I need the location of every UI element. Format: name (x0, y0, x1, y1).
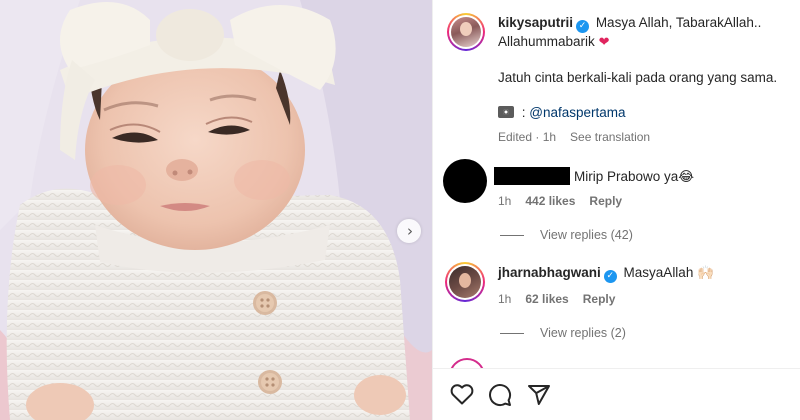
comment-1-reply-button[interactable]: Reply (589, 194, 622, 208)
edited-time: Edited · 1h (498, 130, 557, 144)
divider-line (500, 234, 524, 236)
comment-icon[interactable] (488, 383, 512, 412)
instagram-post-view: › kikysaputrii ✓ Masya Allah, TabarakAlla… (0, 0, 800, 420)
author-avatar[interactable] (447, 13, 485, 51)
redacted-username (494, 167, 570, 185)
view-replies-label: View replies (42) (540, 228, 633, 242)
verified-badge-icon: ✓ (576, 20, 590, 33)
post-actions-bar (433, 368, 800, 420)
comment-1-text: Mirip Prabowo ya😂 (574, 169, 695, 184)
heart-emoji-icon: ❤ (598, 35, 610, 50)
comment-2-reply-button[interactable]: Reply (583, 292, 616, 306)
comment-2-text: MasyaAllah 🙌🏻 (623, 265, 714, 280)
view-replies-label: View replies (2) (540, 326, 626, 340)
comment-1-view-replies[interactable]: View replies (42) (500, 228, 633, 242)
caption-line-1: Masya Allah, TabarakAllah.. (595, 15, 762, 30)
photo-credit: : @nafaspertama (498, 105, 626, 120)
camera-icon (498, 106, 514, 118)
comment-2-username[interactable]: jharnabhagwani (498, 265, 601, 280)
caption-line-2: Allahummabarik (498, 34, 595, 49)
see-translation-link[interactable]: See translation (570, 130, 650, 144)
photo-credit-prefix: : (521, 105, 526, 120)
caption-body: Jatuh cinta berkali-kali pada orang yang… (498, 70, 778, 85)
comments-panel (432, 0, 800, 420)
verified-badge-icon: ✓ (603, 270, 617, 283)
comment-2-view-replies[interactable]: View replies (2) (500, 326, 626, 340)
comment-2-meta: 1h 62 likes Reply (498, 292, 615, 306)
comment-1: Mirip Prabowo ya😂 (494, 167, 694, 185)
author-username[interactable]: kikysaputrii (498, 15, 573, 30)
comment-1-likes[interactable]: 442 likes (525, 194, 575, 208)
post-photo: › (0, 0, 432, 420)
share-icon[interactable] (527, 383, 551, 412)
comment-1-time: 1h (498, 194, 512, 208)
comment-3-avatar-partial[interactable] (449, 358, 485, 368)
comment-2: jharnabhagwani ✓ MasyaAllah 🙌🏻 (498, 265, 714, 283)
divider-line (500, 332, 524, 334)
comment-2-avatar[interactable] (445, 262, 485, 302)
comment-avatar-redacted[interactable] (443, 159, 487, 203)
chevron-right-icon: › (407, 221, 413, 240)
heart-icon[interactable] (450, 383, 474, 410)
comment-1-meta: 1h 442 likes Reply (498, 194, 622, 208)
photographer-mention[interactable]: @nafaspertama (529, 105, 625, 120)
next-photo-button[interactable]: › (397, 219, 421, 243)
post-caption: kikysaputrii ✓ Masya Allah, TabarakAllah.… (498, 14, 788, 52)
post-meta: Edited · 1h See translation (498, 130, 664, 144)
comment-2-time: 1h (498, 292, 512, 306)
baby-photo-illustration (0, 0, 432, 420)
comment-2-likes[interactable]: 62 likes (525, 292, 568, 306)
